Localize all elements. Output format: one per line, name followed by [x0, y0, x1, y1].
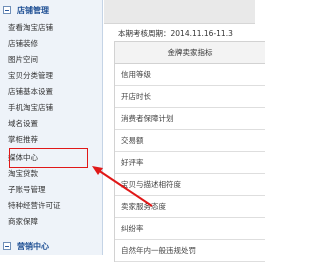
red-arrow-icon	[92, 166, 153, 207]
